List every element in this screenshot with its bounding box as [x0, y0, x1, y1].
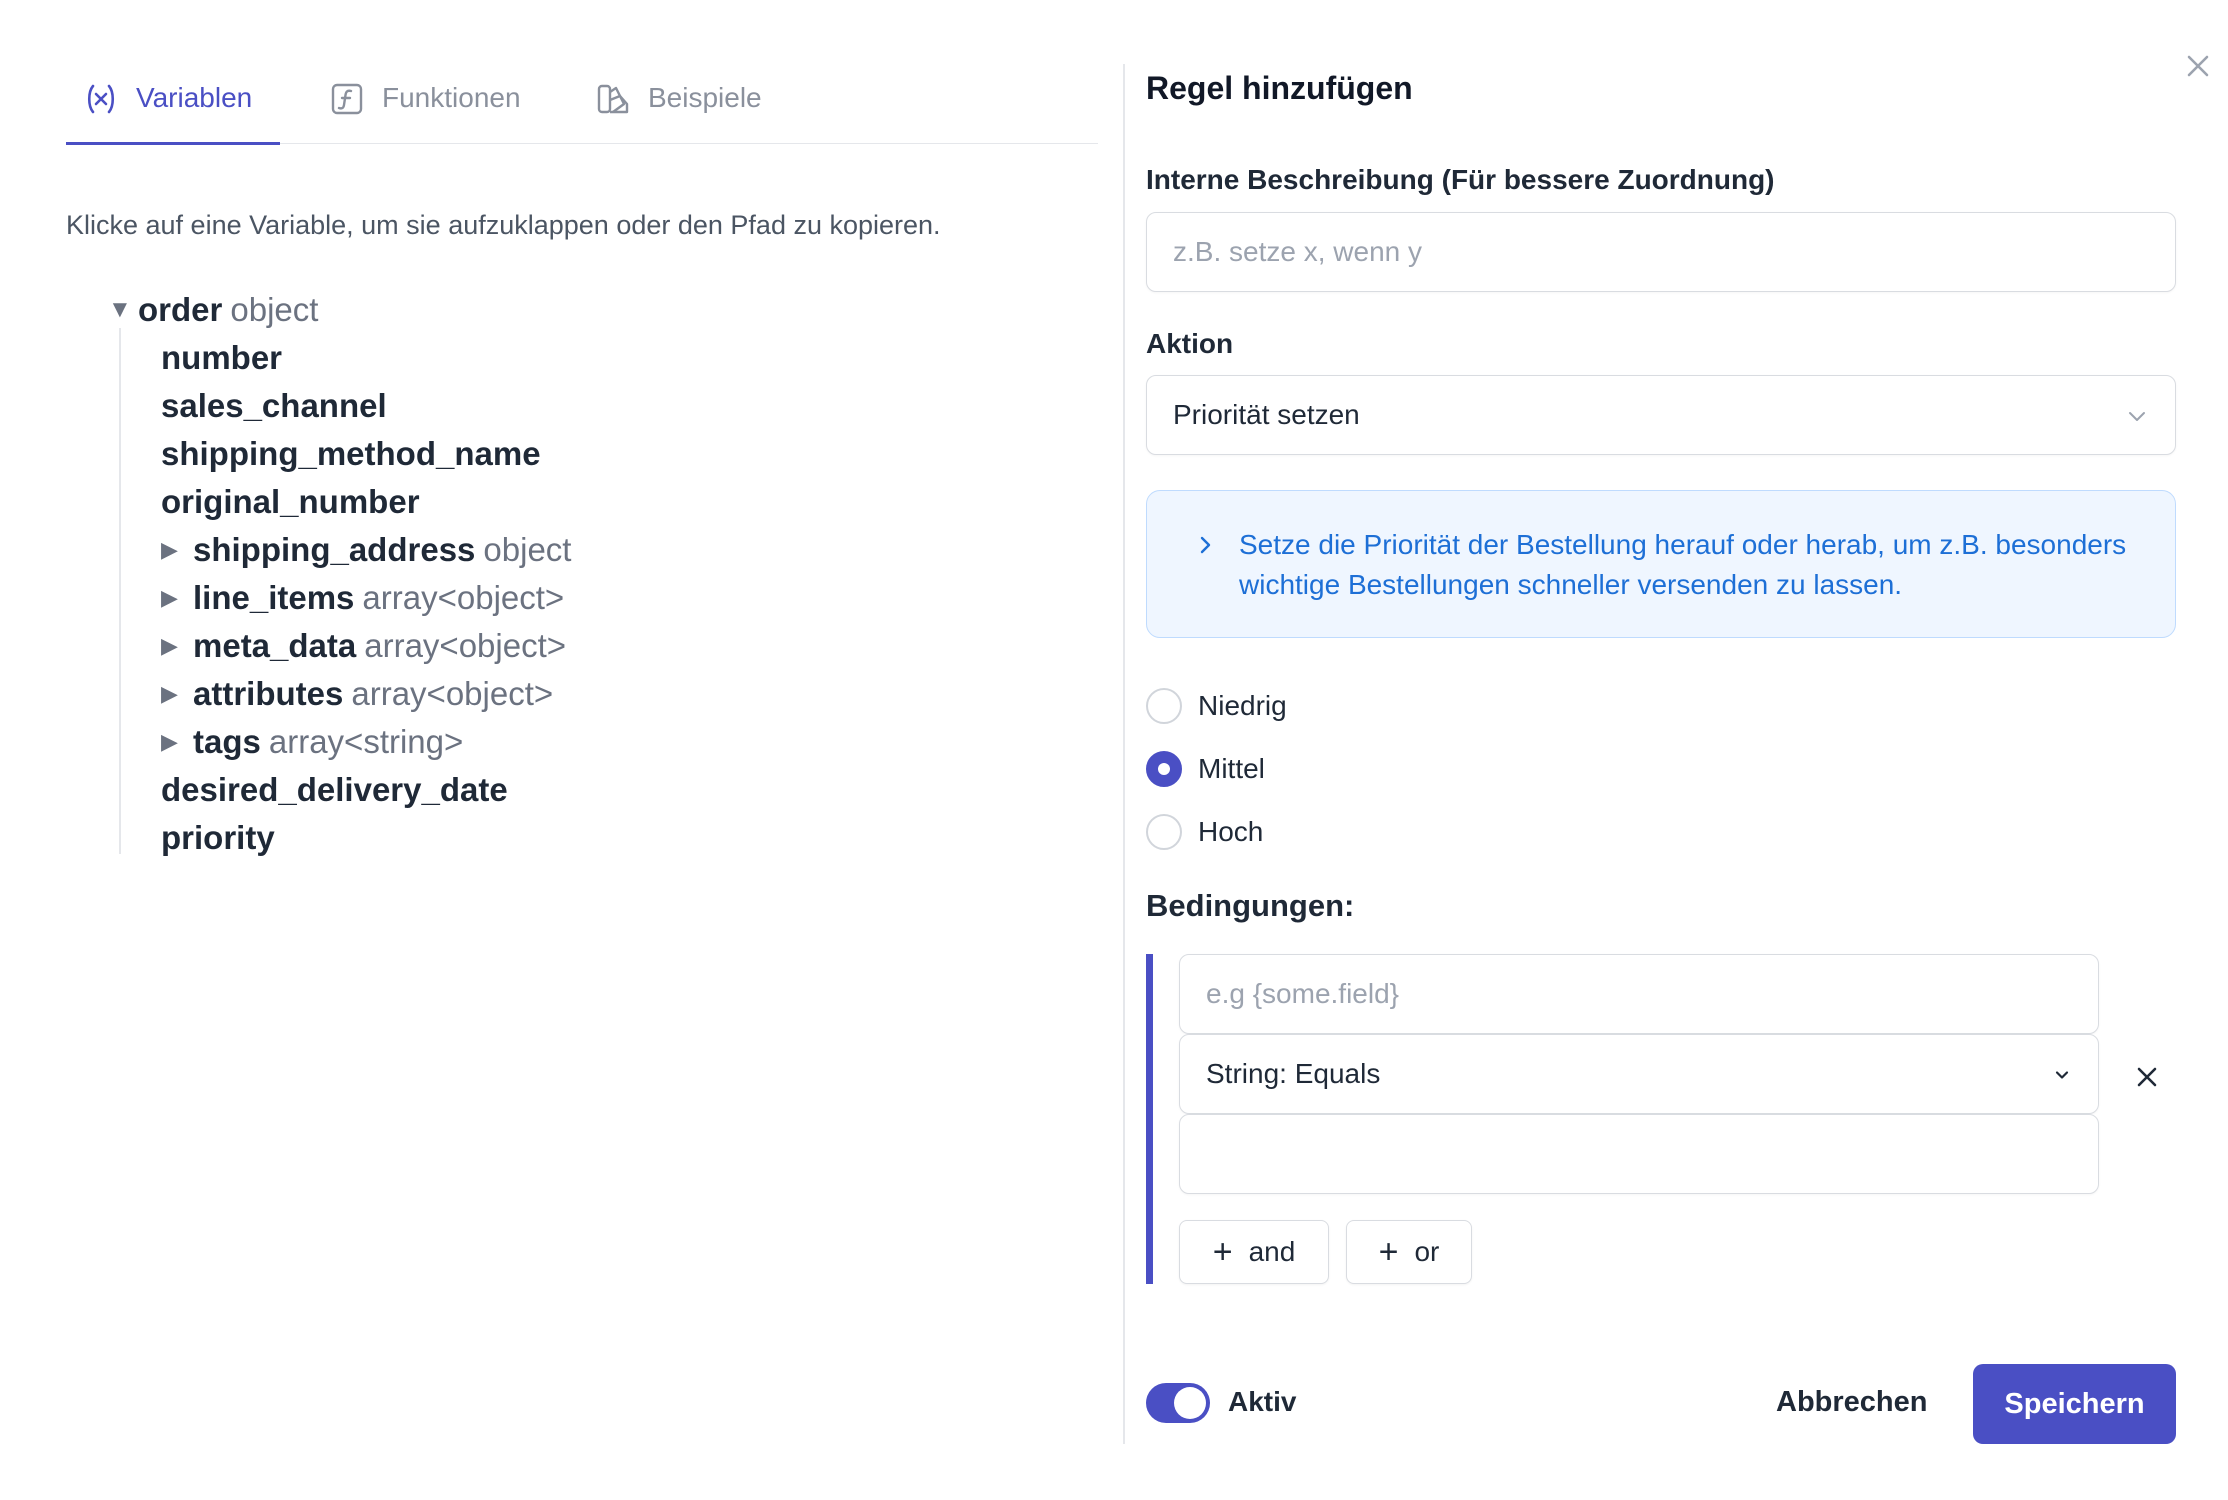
tree-root-order[interactable]: ▼ order object	[108, 286, 318, 334]
function-icon	[331, 83, 363, 115]
radio-button[interactable]	[1146, 751, 1182, 787]
tree-item-meta-data[interactable]: ▶ meta_data array<object>	[161, 622, 566, 670]
active-label: Aktiv	[1228, 1386, 1297, 1417]
examples-icon	[597, 84, 629, 114]
description-label: Interne Beschreibung (Für bessere Zuordn…	[1146, 164, 1775, 195]
rule-dialog: Regel hinzufügen Interne Beschreibung (F…	[1146, 0, 2209, 1500]
radio-button[interactable]	[1146, 688, 1182, 724]
tab-variables[interactable]: Variablen	[66, 82, 280, 145]
tree-item-number[interactable]: number	[161, 334, 282, 382]
cancel-button[interactable]: Abbrechen	[1776, 1386, 1927, 1419]
tree-key: sales_channel	[161, 387, 387, 424]
add-or-button[interactable]: + or	[1346, 1220, 1472, 1284]
radio-button[interactable]	[1146, 814, 1182, 850]
add-and-label: and	[1248, 1236, 1296, 1267]
radio-niedrig[interactable]: Niedrig	[1146, 686, 1287, 726]
action-select-value: Priorität setzen	[1173, 399, 1360, 430]
info-text: Setze die Priorität der Bestellung herau…	[1239, 529, 2127, 600]
action-select[interactable]: Priorität setzen	[1146, 375, 2176, 455]
tree-type: object	[230, 291, 319, 328]
chevron-down-icon	[2129, 412, 2145, 421]
action-label: Aktion	[1146, 328, 1234, 359]
tree-item-line-items[interactable]: ▶ line_items array<object>	[161, 574, 564, 622]
condition-field-input[interactable]: e.g {some.field}	[1179, 954, 2099, 1034]
tab-examples[interactable]: Beispiele	[596, 82, 762, 144]
tree-item-shipping-address[interactable]: ▶ shipping_address object	[161, 526, 571, 574]
save-button[interactable]: Speichern	[1973, 1364, 2176, 1444]
tree-type: array<object>	[351, 675, 554, 712]
tree-key: line_items	[193, 579, 355, 616]
tree-item-shipping-method-name[interactable]: shipping_method_name	[161, 430, 541, 478]
info-box[interactable]: Setze die Priorität der Bestellung herau…	[1146, 490, 2176, 638]
caret-right-icon: ▶	[161, 729, 178, 754]
tab-variables-label: Variablen	[136, 82, 253, 113]
radio-hoch[interactable]: Hoch	[1146, 812, 1263, 852]
variables-hint: Klicke auf eine Variable, um sie aufzukl…	[66, 210, 941, 240]
condition-group-bar	[1146, 954, 1153, 1284]
close-icon[interactable]	[2180, 48, 2216, 84]
remove-condition-icon[interactable]	[2132, 1062, 2162, 1092]
tree-key: number	[161, 339, 283, 376]
tree-key: meta_data	[193, 627, 357, 664]
tree-key: order	[138, 291, 223, 328]
tree-key: original_number	[161, 483, 420, 520]
panel-divider	[1123, 64, 1125, 1444]
conditions-label: Bedingungen:	[1146, 888, 1355, 923]
radio-label: Hoch	[1198, 816, 1264, 847]
chevron-right-icon	[1200, 536, 1211, 554]
caret-right-icon: ▶	[161, 537, 178, 562]
caret-right-icon: ▶	[161, 681, 178, 706]
variables-panel: Variablen Funktionen Beispiele Klicke au…	[66, 64, 1098, 1444]
chevron-down-icon	[2055, 1071, 2069, 1079]
add-and-button[interactable]: + and	[1179, 1220, 1329, 1284]
add-or-label: or	[1414, 1236, 1440, 1267]
radio-label: Niedrig	[1198, 690, 1287, 721]
tree-item-priority[interactable]: priority	[161, 814, 275, 862]
condition-value-input[interactable]	[1179, 1114, 2099, 1194]
radio-label: Mittel	[1198, 753, 1265, 784]
caret-right-icon: ▶	[161, 585, 178, 610]
tree-item-attributes[interactable]: ▶ attributes array<object>	[161, 670, 553, 718]
plus-icon: +	[1212, 1233, 1233, 1271]
tree-item-original-number[interactable]: original_number	[161, 478, 420, 526]
caret-down-icon: ▼	[108, 296, 132, 323]
tree-guide-line	[119, 328, 121, 854]
tab-bar: Variablen Funktionen Beispiele	[66, 64, 1098, 145]
tree-key: desired_delivery_date	[161, 771, 508, 808]
tree-type: array<object>	[362, 579, 565, 616]
description-placeholder: z.B. setze x, wenn y	[1173, 236, 1422, 267]
tree-type: array<object>	[364, 627, 567, 664]
tree-item-tags[interactable]: ▶ tags array<string>	[161, 718, 463, 766]
tree-type: array<string>	[268, 723, 464, 760]
tab-functions-label: Funktionen	[382, 82, 521, 113]
description-input[interactable]: z.B. setze x, wenn y	[1146, 212, 2176, 292]
variable-icon	[87, 84, 115, 114]
tab-functions[interactable]: Funktionen	[330, 82, 521, 144]
radio-mittel[interactable]: Mittel	[1146, 749, 1265, 789]
tree-key: attributes	[193, 675, 344, 712]
caret-right-icon: ▶	[161, 633, 178, 658]
tree-type: object	[483, 531, 572, 568]
tree-key: tags	[193, 723, 261, 760]
tree-key: priority	[161, 819, 275, 856]
condition-field-placeholder: e.g {some.field}	[1206, 978, 1400, 1009]
condition-operator-select[interactable]: String: Equals	[1179, 1034, 2099, 1114]
tab-examples-label: Beispiele	[648, 82, 762, 113]
tree-key: shipping_method_name	[161, 435, 541, 472]
tree-key: shipping_address	[193, 531, 476, 568]
tree-item-desired-delivery-date[interactable]: desired_delivery_date	[161, 766, 508, 814]
plus-icon: +	[1378, 1233, 1399, 1271]
dialog-title: Regel hinzufügen	[1146, 70, 1413, 106]
active-toggle[interactable]	[1146, 1383, 1210, 1423]
tree-item-sales-channel[interactable]: sales_channel	[161, 382, 387, 430]
condition-operator-value: String: Equals	[1206, 1058, 1381, 1089]
